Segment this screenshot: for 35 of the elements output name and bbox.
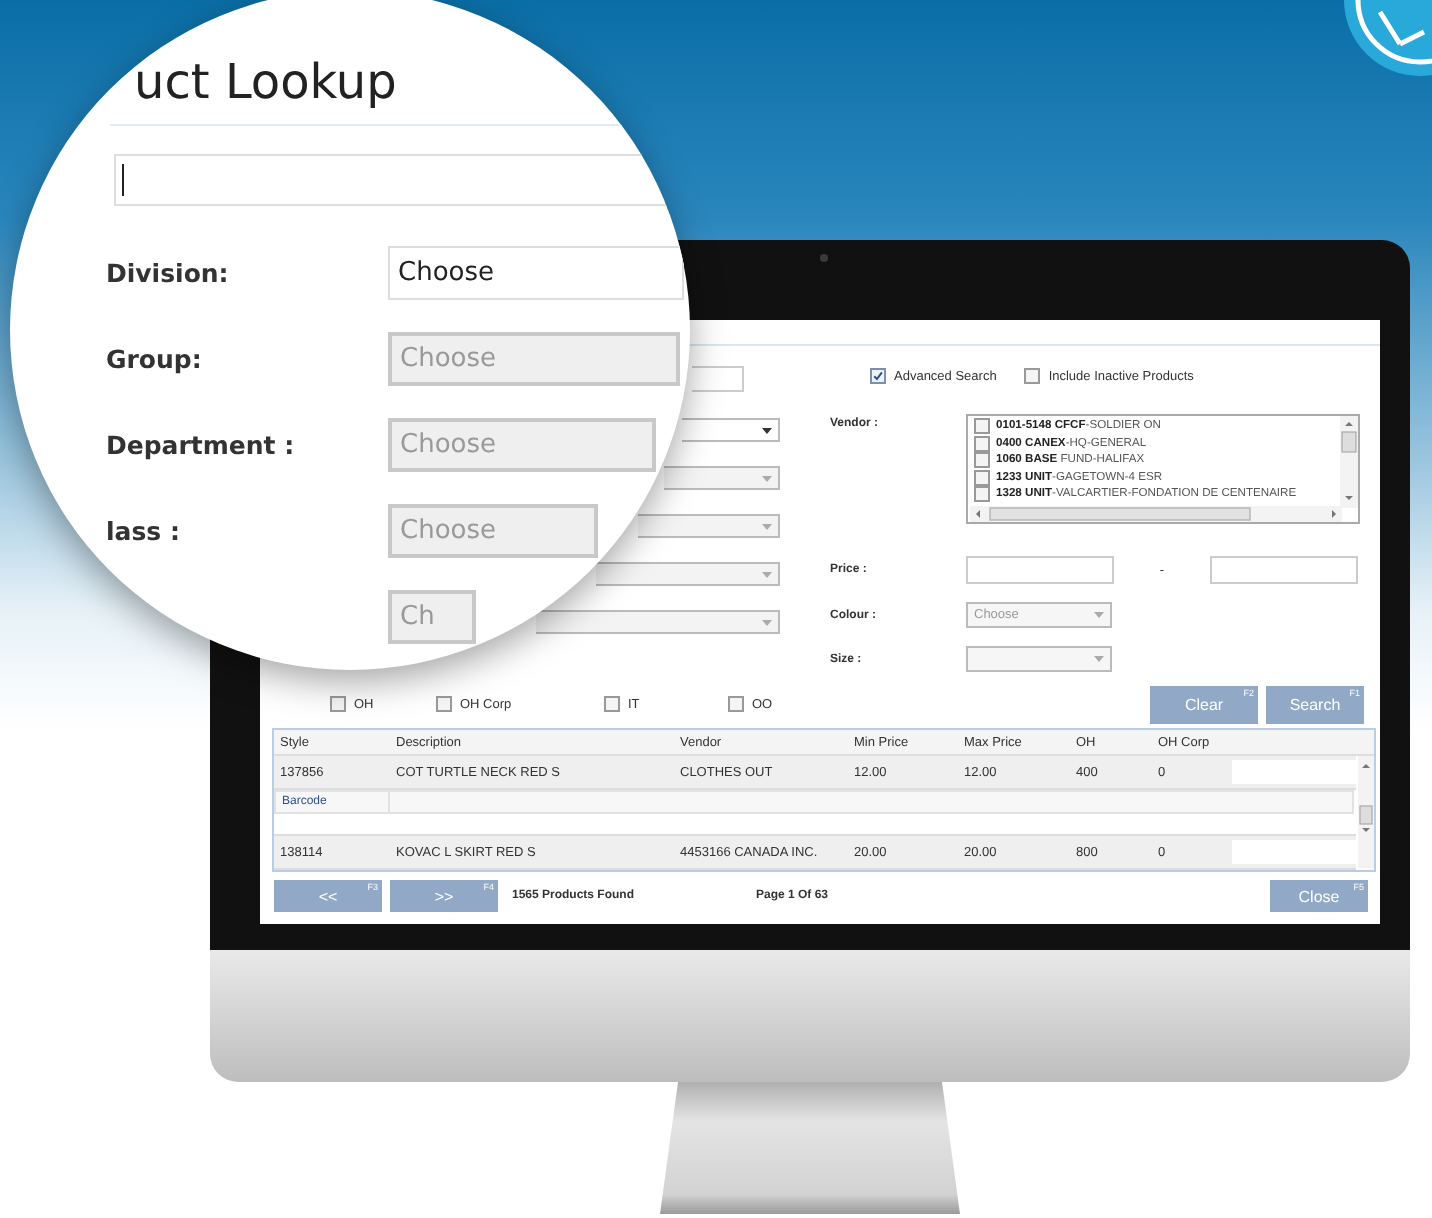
field-label: lass :: [104, 516, 182, 546]
checkbox[interactable]: [728, 696, 744, 712]
camera-icon: [820, 254, 828, 262]
checkbox[interactable]: [974, 452, 990, 468]
field-label: Group:: [104, 344, 204, 374]
dropdown-field[interactable]: [682, 418, 780, 442]
checkbox[interactable]: [974, 469, 990, 485]
scrollbar[interactable]: [970, 506, 1342, 522]
checkbox[interactable]: [1024, 368, 1041, 384]
caret-icon: [1094, 612, 1104, 618]
checkbox[interactable]: [974, 418, 990, 434]
caret-icon: [762, 475, 772, 481]
checkbox[interactable]: [974, 435, 990, 451]
input-field[interactable]: [966, 556, 1114, 584]
checkbox[interactable]: [330, 696, 346, 712]
caret-icon: [762, 427, 772, 433]
caret-icon: [762, 619, 772, 625]
dropdown-field[interactable]: [966, 646, 1112, 672]
caret-icon: [762, 523, 772, 529]
checkbox[interactable]: [436, 696, 452, 712]
scrollbar[interactable]: [1358, 756, 1374, 868]
caret-icon: [1094, 656, 1104, 662]
input-field[interactable]: [1210, 556, 1358, 584]
checkbox[interactable]: [974, 486, 990, 502]
scrollbar[interactable]: [1340, 416, 1358, 508]
field-label: Division:: [104, 258, 231, 288]
emblem-icon: [1340, 0, 1432, 80]
caret-icon: [762, 571, 772, 577]
field-label: Department :: [104, 430, 297, 460]
window-title: uct Lookup: [134, 54, 399, 114]
checkbox[interactable]: [604, 696, 620, 712]
text-cursor: [122, 164, 124, 196]
dropdown-field[interactable]: Choose: [388, 246, 684, 300]
checkbox[interactable]: [870, 368, 886, 384]
search-field[interactable]: [692, 366, 744, 392]
